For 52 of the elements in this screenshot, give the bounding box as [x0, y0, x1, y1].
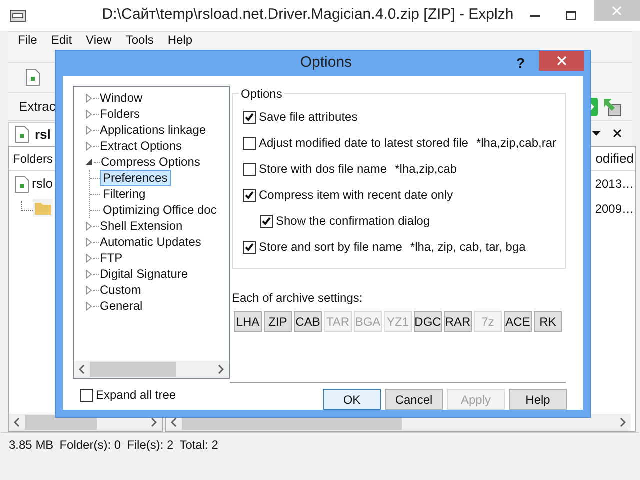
archive-button[interactable]: CAB	[294, 311, 322, 332]
tree-item[interactable]: Preferences	[100, 170, 171, 186]
tree-item[interactable]: Window	[100, 91, 143, 105]
option-label: Store and sort by file name	[259, 239, 402, 256]
table-cell-text: 2013…	[595, 176, 634, 192]
dialog-title: Options	[299, 53, 354, 74]
tree-item[interactable]: Folders	[100, 107, 140, 121]
dialog-button[interactable]: Cancel	[385, 389, 443, 410]
menu-item[interactable]: View	[86, 33, 112, 48]
dialog-button[interactable]: OK	[323, 389, 381, 410]
option-note: *lha, zip, cab, tar, bga	[410, 239, 526, 256]
menu-item[interactable]: Edit	[51, 33, 72, 48]
menu-item[interactable]: Tools	[126, 33, 154, 48]
archive-button[interactable]: ACE	[504, 311, 532, 332]
help-button[interactable]: ?	[516, 53, 525, 74]
menu-item[interactable]: Help	[168, 33, 193, 48]
column-header[interactable]: odified	[596, 148, 634, 168]
tree-item[interactable]: Extract Options	[100, 139, 182, 153]
section-label: Each of archive settings:	[232, 290, 364, 307]
tree-item[interactable]: Compress Options	[101, 155, 200, 169]
option-label: Compress item with recent date only	[259, 187, 454, 204]
table-cell-text: 2009…	[595, 200, 634, 218]
option-note: *lha,zip,cab,rar	[476, 135, 556, 152]
tree-item[interactable]: Shell Extension	[100, 219, 183, 233]
option-label: Save file attributes	[259, 109, 358, 126]
archive-button[interactable]: RK	[534, 311, 562, 332]
archive-button[interactable]: DGC	[414, 311, 442, 332]
tree-item[interactable]: rslo	[32, 174, 53, 194]
option-label: Adjust modified date to latest stored file	[259, 135, 468, 152]
tree-item[interactable]: General	[100, 299, 143, 313]
tree-item[interactable]: Custom	[100, 283, 142, 297]
status-text: File(s): 2	[127, 436, 174, 454]
status-text: Total: 2	[180, 436, 218, 454]
checkbox-label: Expand all tree	[96, 387, 176, 404]
tree-item[interactable]: Optimizing Office doc	[100, 202, 220, 218]
status-text: Folder(s): 0	[60, 436, 122, 454]
option-label: Store with dos file name	[259, 161, 388, 178]
window-title: D:\Сайт\temp\rsload.net.Driver.Magician.4.0.zip [ZIP] - Explzh	[101, 5, 515, 26]
tree-item[interactable]: Filtering	[100, 186, 149, 202]
status-text: 3.85 MB	[9, 436, 54, 454]
archive-button[interactable]: RAR	[444, 311, 472, 332]
dialog-button[interactable]: Help	[509, 389, 567, 410]
extract-button[interactable]: Extrac	[19, 96, 56, 116]
tree-item[interactable]: Applications linkage	[100, 123, 206, 137]
option-note: *lha,zip,cab	[395, 161, 458, 178]
tree-item[interactable]: Digital Signature	[100, 267, 188, 281]
tree-item[interactable]: FTP	[100, 251, 123, 265]
option-label: Show the confirmation dialog	[276, 213, 430, 230]
tree-item[interactable]: Automatic Updates	[100, 235, 202, 249]
menu-item[interactable]: File	[18, 33, 38, 48]
archive-button[interactable]: LHA	[234, 311, 262, 332]
archive-button[interactable]: ZIP	[264, 311, 292, 332]
